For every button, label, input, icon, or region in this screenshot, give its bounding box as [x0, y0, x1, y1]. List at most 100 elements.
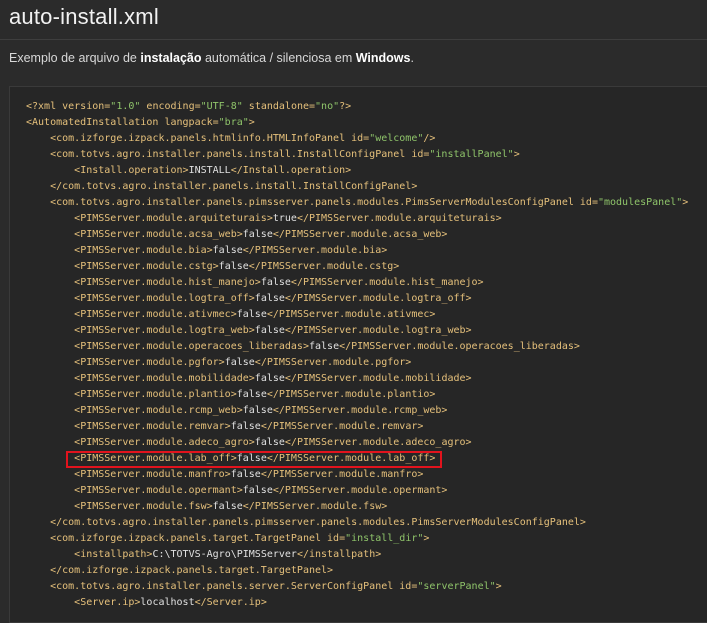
code-token-tag: <com.totvs.agro.installer.panels.install… [50, 149, 430, 160]
code-token-tag: <AutomatedInstallation langpack= [26, 117, 219, 128]
code-line: <PIMSServer.module.logtra_off>false</PIM… [26, 291, 688, 307]
code-token-tag: </installpath> [296, 549, 382, 560]
code-token-text: false [254, 293, 285, 304]
code-line: </com.totvs.agro.installer.panels.instal… [26, 179, 688, 195]
code-token-tag: </PIMSServer.module.pgfor> [254, 357, 412, 368]
highlight-box [66, 451, 442, 468]
code-token-text: INSTALL [188, 165, 231, 176]
code-token-decl: standalone= [242, 101, 316, 112]
code-token-tag: <PIMSServer.module.plantio> [74, 389, 237, 400]
code-token-tag: <PIMSServer.module.manfro> [74, 469, 231, 480]
code-line: <Install.operation>INSTALL</Install.oper… [26, 163, 688, 179]
code-token-decl: ?> [339, 101, 352, 112]
title-divider [0, 39, 707, 40]
subtitle-keyword-installation: instalação [140, 51, 202, 65]
code-token-tag: > [495, 581, 502, 592]
code-token-str: "install_dir" [345, 533, 424, 544]
code-line: <com.totvs.agro.installer.panels.server.… [26, 579, 688, 595]
code-token-tag: </PIMSServer.module.fsw> [242, 501, 388, 512]
code-token-tag: <PIMSServer.module.fsw> [74, 501, 213, 512]
code-token-tag: <com.izforge.izpack.panels.target.Target… [50, 533, 346, 544]
code-token-tag: <com.totvs.agro.installer.panels.pimsser… [50, 197, 598, 208]
code-token-tag: </PIMSServer.module.mobilidade> [284, 373, 472, 384]
code-token-tag: <PIMSServer.module.mobilidade> [74, 373, 255, 384]
code-token-str: "UTF-8" [200, 101, 243, 112]
code-line: <PIMSServer.module.plantio>false</PIMSSe… [26, 387, 688, 403]
code-token-str: "bra" [218, 117, 249, 128]
code-line: <PIMSServer.module.rcmp_web>false</PIMSS… [26, 403, 688, 419]
code-listing: <?xml version="1.0" encoding="UTF-8" sta… [26, 99, 688, 611]
code-line: <PIMSServer.module.opermant>false</PIMSS… [26, 483, 688, 499]
code-token-tag: </Install.operation> [230, 165, 352, 176]
code-token-text: false [236, 309, 267, 320]
code-token-tag: </PIMSServer.module.manfro> [260, 469, 424, 480]
code-token-tag: <com.izforge.izpack.panels.htmlinfo.HTML… [50, 133, 370, 144]
code-token-tag: </PIMSServer.module.rcmp_web> [272, 405, 448, 416]
code-token-text: false [230, 469, 261, 480]
code-token-text: true [272, 213, 297, 224]
code-token-tag: </PIMSServer.module.plantio> [266, 389, 436, 400]
code-token-tag: </PIMSServer.module.operacoes_liberadas> [339, 341, 580, 352]
code-line: <com.totvs.agro.installer.panels.install… [26, 147, 688, 163]
code-token-text: false [254, 437, 285, 448]
code-token-tag: </PIMSServer.module.logtra_off> [284, 293, 472, 304]
code-token-tag: <PIMSServer.module.ativmec> [74, 309, 237, 320]
code-token-text: false [308, 341, 340, 352]
code-token-tag: </PIMSServer.module.ativmec> [266, 309, 436, 320]
code-line: <com.totvs.agro.installer.panels.pimsser… [26, 195, 688, 211]
code-line: <com.izforge.izpack.panels.target.Target… [26, 531, 688, 547]
code-token-tag: </PIMSServer.module.acsa_web> [272, 229, 448, 240]
code-line: <?xml version="1.0" encoding="UTF-8" sta… [26, 99, 688, 115]
code-token-text: false [212, 245, 243, 256]
code-token-tag: </PIMSServer.module.remvar> [260, 421, 424, 432]
code-token-tag: <PIMSServer.module.operacoes_liberadas> [74, 341, 309, 352]
code-line: <PIMSServer.module.bia>false</PIMSServer… [26, 243, 688, 259]
code-token-str: "1.0" [110, 101, 141, 112]
code-token-tag: </PIMSServer.module.opermant> [272, 485, 448, 496]
code-token-str: "modulesPanel" [597, 197, 683, 208]
code-token-text: false [242, 229, 273, 240]
code-line: <PIMSServer.module.ativmec>false</PIMSSe… [26, 307, 688, 323]
code-token-tag: </PIMSServer.module.hist_manejo> [290, 277, 484, 288]
code-token-tag: <com.totvs.agro.installer.panels.server.… [50, 581, 418, 592]
code-token-text: false [230, 421, 261, 432]
code-line: <PIMSServer.module.adeco_agro>false</PIM… [26, 435, 688, 451]
code-line: <PIMSServer.module.arquiteturais>true</P… [26, 211, 688, 227]
code-token-tag: <PIMSServer.module.logtra_web> [74, 325, 255, 336]
page-subtitle: Exemplo de arquivo de instalação automát… [9, 51, 414, 65]
code-token-tag: > [423, 533, 430, 544]
code-block[interactable]: <?xml version="1.0" encoding="UTF-8" sta… [9, 86, 707, 623]
code-line: <PIMSServer.module.manfro>false</PIMSSer… [26, 467, 688, 483]
code-line: <AutomatedInstallation langpack="bra"> [26, 115, 688, 131]
code-line: <PIMSServer.module.mobilidade>false</PIM… [26, 371, 688, 387]
subtitle-keyword-windows: Windows [355, 51, 411, 65]
code-token-tag: <PIMSServer.module.opermant> [74, 485, 243, 496]
code-line: <PIMSServer.module.pgfor>false</PIMSServ… [26, 355, 688, 371]
code-token-text: false [236, 389, 267, 400]
code-line: <com.izforge.izpack.panels.htmlinfo.HTML… [26, 131, 688, 147]
code-token-text: C:\TOTVS-Agro\PIMSServer [152, 549, 297, 560]
code-token-tag: </PIMSServer.module.bia> [242, 245, 388, 256]
code-token-tag: </PIMSServer.module.arquiteturais> [296, 213, 502, 224]
code-token-decl: <?xml version= [26, 101, 111, 112]
